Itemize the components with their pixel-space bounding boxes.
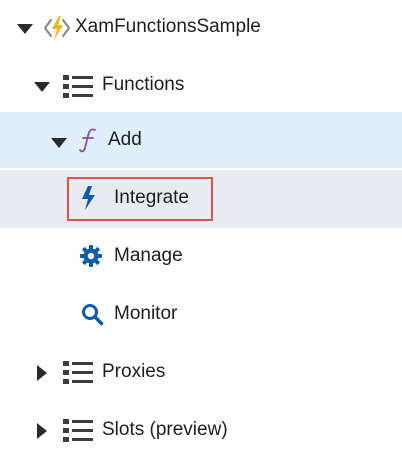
function-icon	[78, 126, 100, 154]
tree-node-functions[interactable]: Functions	[30, 58, 400, 116]
list-icon	[62, 415, 94, 447]
magnifier-icon	[80, 302, 104, 326]
caret-right-icon[interactable]	[34, 365, 50, 381]
tree-node-add[interactable]: Add	[48, 112, 400, 168]
tree-row-monitor: Monitor	[0, 286, 402, 344]
highlight-box	[67, 177, 213, 221]
caret-down-icon[interactable]	[17, 21, 33, 37]
tree-row-root: XamFunctionsSample	[0, 0, 402, 58]
tree-label-add: Add	[108, 129, 142, 150]
tree-label-proxies: Proxies	[102, 361, 166, 382]
caret-down-icon[interactable]	[51, 135, 67, 151]
tree-label-slots: Slots (preview)	[102, 419, 228, 440]
tree-row-manage: Manage	[0, 228, 402, 286]
tree-label-manage: Manage	[114, 245, 183, 266]
function-app-icon	[42, 13, 72, 43]
caret-right-icon[interactable]	[34, 423, 50, 439]
tree-node-monitor[interactable]: Monitor	[76, 286, 400, 344]
list-icon	[62, 71, 94, 103]
tree-row-add: Add	[0, 112, 402, 168]
tree-row-proxies: Proxies	[0, 344, 402, 402]
tree-label-root: XamFunctionsSample	[75, 16, 261, 37]
tree-node-proxies[interactable]: Proxies	[30, 344, 400, 402]
list-icon	[62, 357, 94, 389]
caret-down-icon[interactable]	[34, 79, 50, 95]
tree-row-slots: Slots (preview)	[0, 402, 402, 460]
tree-node-slots[interactable]: Slots (preview)	[30, 402, 400, 460]
tree-label-monitor: Monitor	[114, 303, 178, 324]
gear-icon	[79, 244, 103, 268]
tree-row-functions: Functions	[0, 58, 402, 116]
tree-node-manage[interactable]: Manage	[76, 228, 400, 286]
tree-label-functions: Functions	[102, 74, 185, 95]
tree-node-root[interactable]: XamFunctionsSample	[10, 0, 400, 58]
